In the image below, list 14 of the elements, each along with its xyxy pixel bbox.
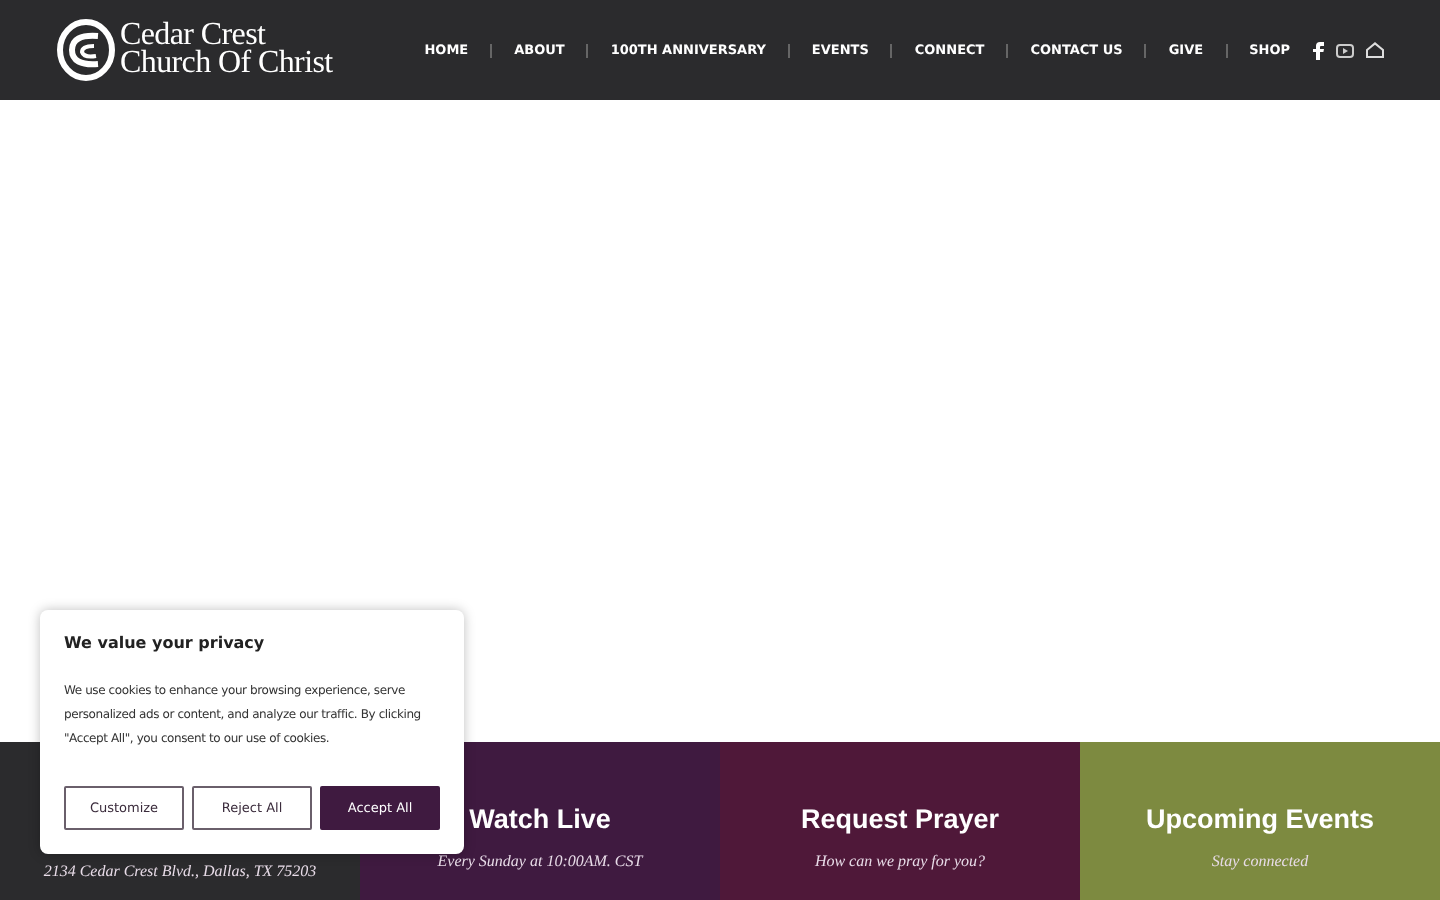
video-icon[interactable]: [1336, 43, 1354, 57]
logo-icon: [56, 18, 116, 82]
logo-text[interactable]: Church Of Christ: [120, 50, 333, 78]
panel-subtitle: Every Sunday at 10:00AM. CST: [437, 852, 643, 870]
panel-title[interactable]: Watch Live: [469, 804, 611, 834]
cookie-title: We value your privacy: [64, 634, 267, 652]
panel-subtitle: 2134 Cedar Crest Blvd., Dallas, TX 75203: [43, 862, 317, 880]
logo-text[interactable]: Cedar Crest: [120, 22, 333, 50]
panel-subtitle: How can we pray for you?: [814, 852, 986, 870]
panel-subtitle: Stay connected: [1211, 852, 1309, 870]
panel-title[interactable]: Request Prayer: [800, 804, 1000, 834]
home-icon[interactable]: [1366, 42, 1384, 58]
panel-title[interactable]: Upcoming Events: [1145, 804, 1375, 834]
facebook-icon[interactable]: [1312, 41, 1324, 59]
